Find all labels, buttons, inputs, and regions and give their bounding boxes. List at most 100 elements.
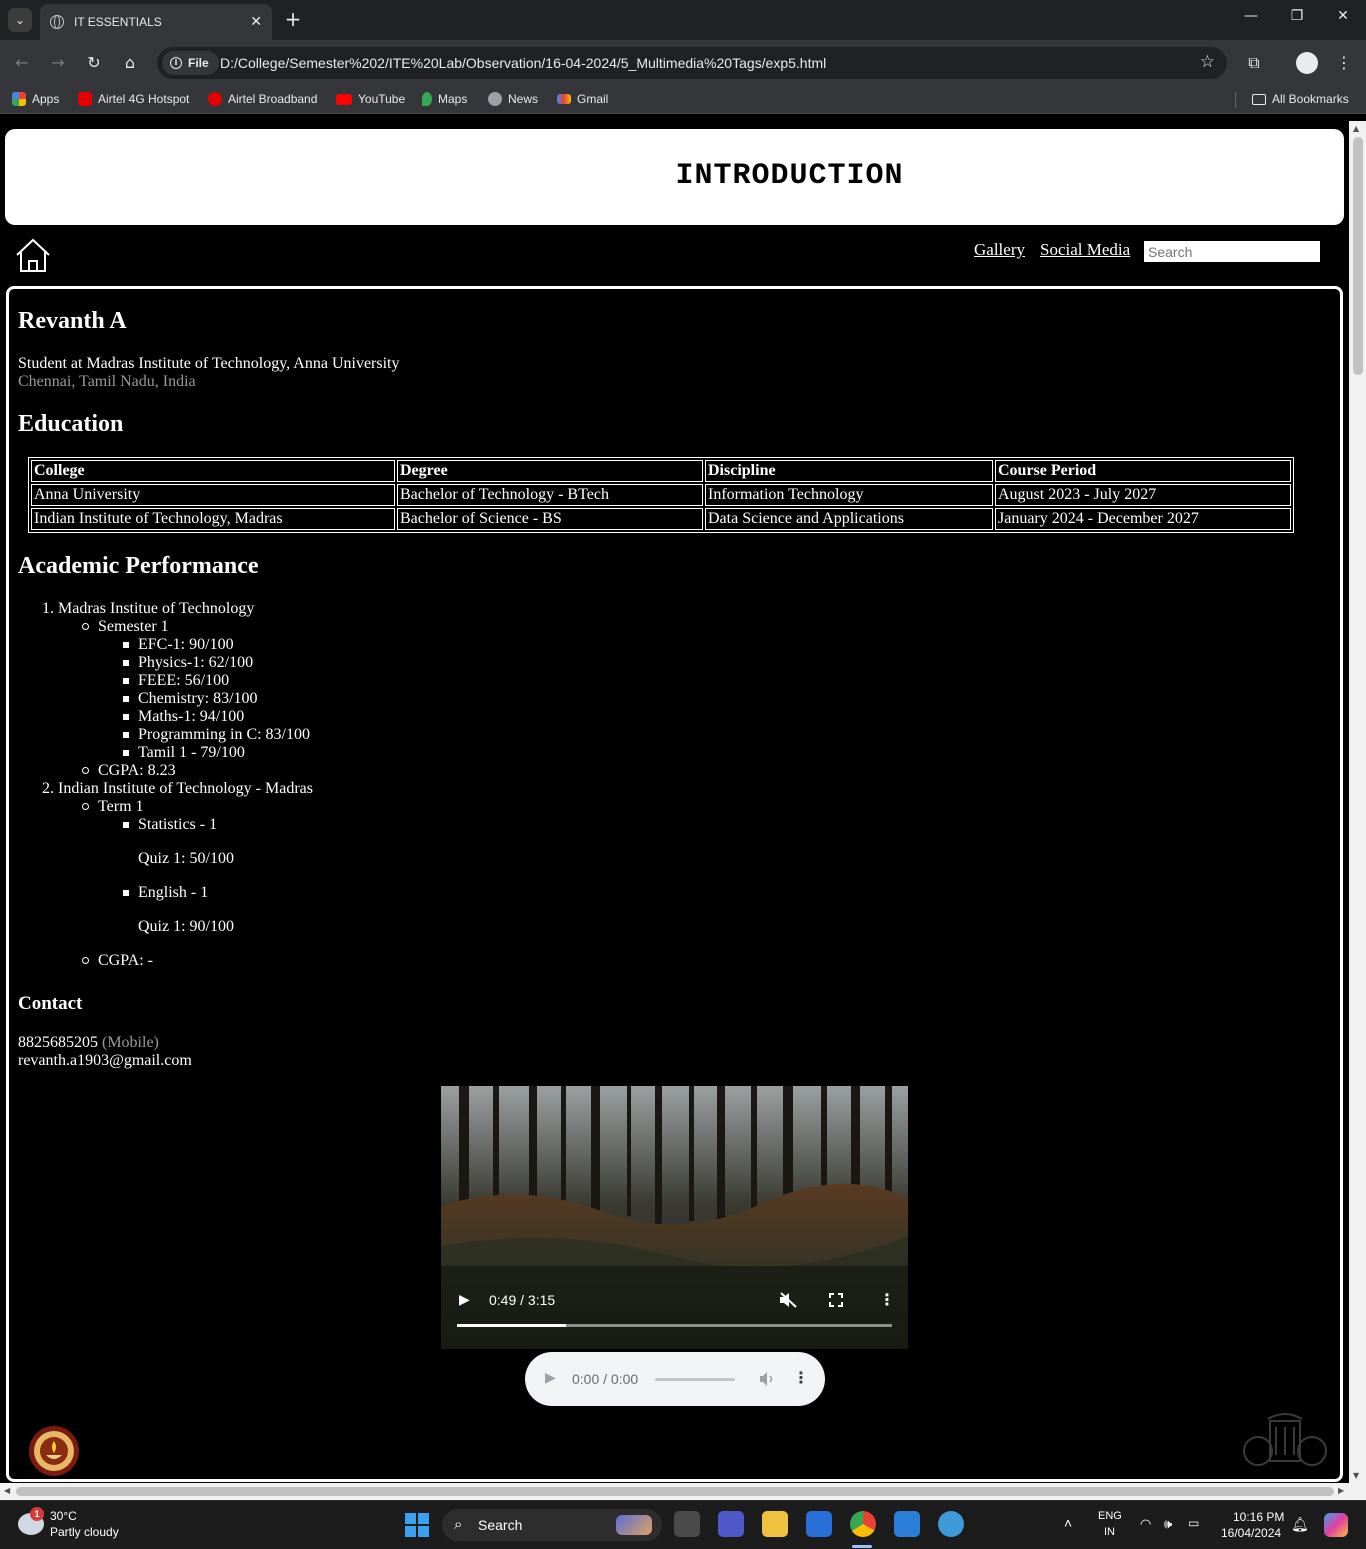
home-icon[interactable]: [14, 237, 52, 273]
subject-item: Tamil 1 - 79/100: [138, 744, 245, 761]
mute-icon[interactable]: [779, 1292, 797, 1308]
tray-chevron-icon[interactable]: ˄: [1064, 1515, 1072, 1531]
weather-desc[interactable]: Partly cloudy: [50, 1525, 119, 1539]
clock-date[interactable]: 16/04/2024: [1221, 1526, 1281, 1540]
file-explorer-icon[interactable]: [762, 1511, 788, 1537]
browser-toolbar: ← → ↻ ⌂ i File D:/College/Semester%202/I…: [0, 40, 1366, 86]
bookmark-airtel-broadband[interactable]: Airtel Broadband: [208, 92, 317, 106]
close-window-button[interactable]: ✕: [1328, 8, 1358, 32]
scroll-up-arrow-icon[interactable]: ▲: [1353, 124, 1359, 133]
active-tab[interactable]: IT ESSENTIALS ✕: [40, 4, 272, 40]
battery-icon[interactable]: ▭: [1188, 1516, 1199, 1530]
profile-avatar[interactable]: [1296, 52, 1318, 74]
weather-temp[interactable]: 30°C: [50, 1509, 77, 1523]
phone-label: (Mobile): [102, 1034, 159, 1051]
notification-bell-icon[interactable]: 🔔︎: [1291, 1516, 1309, 1533]
url-text[interactable]: D:/College/Semester%202/ITE%20Lab/Observ…: [220, 55, 826, 71]
scroll-down-arrow-icon[interactable]: ▼: [1353, 1471, 1359, 1480]
audio-more-icon[interactable]: ⋮: [793, 1368, 809, 1387]
new-tab-button[interactable]: +: [282, 8, 304, 30]
cgpa-2: CGPA: -: [98, 952, 153, 969]
reload-button[interactable]: ↻: [82, 51, 106, 75]
maps-pin-icon: [422, 92, 432, 106]
table-header: Discipline: [705, 460, 993, 482]
play-icon[interactable]: ▶: [459, 1292, 470, 1308]
search-icon: ⌕: [454, 1515, 463, 1533]
teams-icon[interactable]: [718, 1511, 744, 1537]
audio-progress-track[interactable]: [655, 1378, 735, 1381]
more-options-icon[interactable]: ⋮: [879, 1290, 895, 1309]
college-logo-right: [1243, 1413, 1327, 1466]
bookmark-news[interactable]: News: [488, 92, 538, 106]
site-info-chip[interactable]: i File: [162, 51, 219, 75]
subject-item: Chemistry: 83/100: [138, 690, 258, 707]
subject-item: Programming in C: 83/100: [138, 726, 310, 743]
tab-bar: ⌄ IT ESSENTIALS ✕ + — ❐ ✕: [0, 0, 1366, 40]
taskbar-search[interactable]: ⌕ Search: [442, 1509, 662, 1541]
list-bullet: [123, 642, 129, 648]
scroll-left-arrow-icon[interactable]: ◀: [4, 1486, 10, 1495]
address-bar[interactable]: i File D:/College/Semester%202/ITE%20Lab…: [157, 47, 1227, 79]
all-bookmarks-button[interactable]: All Bookmarks: [1252, 92, 1349, 106]
copilot-icon[interactable]: [1324, 1513, 1348, 1537]
home-button[interactable]: ⌂: [118, 51, 142, 75]
audio-player[interactable]: ▶ 0:00 / 0:00 ⋮: [525, 1352, 825, 1406]
horizontal-scrollbar[interactable]: ◀ ▶: [0, 1483, 1366, 1500]
store-icon[interactable]: [806, 1511, 832, 1537]
menu-kebab-icon[interactable]: ⋮: [1332, 51, 1356, 75]
paint-icon[interactable]: [938, 1511, 964, 1537]
profile-name: Revanth A: [18, 308, 127, 334]
vertical-scroll-thumb[interactable]: [1353, 137, 1363, 375]
language-in[interactable]: IN: [1104, 1526, 1115, 1538]
minimize-button[interactable]: —: [1236, 8, 1266, 32]
phone-number: 8825685205: [18, 1034, 98, 1051]
bookmark-youtube[interactable]: YouTube: [336, 92, 405, 106]
video-player[interactable]: ▶ 0:49 / 3:15 ⋮: [441, 1086, 908, 1349]
list-bullet: [123, 660, 129, 666]
folder-icon: [1252, 93, 1266, 105]
vscode-icon[interactable]: [894, 1511, 920, 1537]
table-header: College: [31, 460, 395, 482]
task-view-icon[interactable]: [674, 1511, 700, 1537]
chrome-icon[interactable]: [850, 1511, 876, 1537]
list-bullet: [123, 822, 129, 828]
video-progress-track[interactable]: [457, 1324, 892, 1327]
list-bullet: [123, 732, 129, 738]
volume-icon[interactable]: 🕪: [1164, 1516, 1172, 1532]
extensions-icon[interactable]: ⧉: [1242, 51, 1266, 75]
tab-search-button[interactable]: ⌄: [8, 8, 32, 32]
bookmarks-bar: Apps Airtel 4G Hotspot Airtel Broadband …: [0, 86, 1366, 114]
table-cell: Bachelor of Science - BS: [397, 508, 703, 530]
horizontal-scroll-thumb[interactable]: [16, 1487, 1334, 1496]
profile-headline: Student at Madras Institute of Technolog…: [18, 355, 400, 372]
tab-close-icon[interactable]: ✕: [250, 14, 262, 30]
page-viewport: INTRODUCTION Gallery Social Media Revant…: [0, 121, 1366, 1500]
subject-item: English - 1: [138, 884, 209, 901]
windows-start-icon[interactable]: [405, 1513, 429, 1537]
audio-volume-icon[interactable]: [759, 1371, 775, 1387]
airtel-icon: [78, 92, 92, 106]
back-button[interactable]: ←: [10, 51, 34, 75]
language-eng[interactable]: ENG: [1098, 1510, 1122, 1522]
info-icon: i: [170, 57, 182, 69]
clock-time[interactable]: 10:16 PM: [1233, 1510, 1284, 1524]
audio-play-icon[interactable]: ▶: [545, 1370, 556, 1386]
gallery-link[interactable]: Gallery: [974, 240, 1025, 260]
forward-button[interactable]: →: [46, 51, 70, 75]
social-media-link[interactable]: Social Media: [1040, 240, 1130, 260]
subject-item: FEEE: 56/100: [138, 672, 230, 689]
education-heading: Education: [18, 411, 124, 437]
restore-button[interactable]: ❐: [1282, 8, 1312, 32]
quiz-score: Quiz 1: 50/100: [138, 850, 234, 867]
bookmark-apps[interactable]: Apps: [12, 92, 59, 106]
bookmark-star-icon[interactable]: ☆: [1200, 52, 1215, 72]
scroll-right-arrow-icon[interactable]: ▶: [1338, 1486, 1344, 1495]
wifi-icon[interactable]: ◠: [1140, 1516, 1151, 1532]
subject-item: Statistics - 1: [138, 816, 218, 833]
fullscreen-icon[interactable]: [829, 1293, 843, 1307]
bookmark-gmail[interactable]: Gmail: [557, 92, 608, 106]
vertical-scrollbar[interactable]: ▲ ▼: [1349, 121, 1366, 1483]
bookmark-airtel-hotspot[interactable]: Airtel 4G Hotspot: [78, 92, 189, 106]
bookmark-maps[interactable]: Maps: [422, 92, 467, 106]
search-input[interactable]: [1144, 241, 1320, 262]
